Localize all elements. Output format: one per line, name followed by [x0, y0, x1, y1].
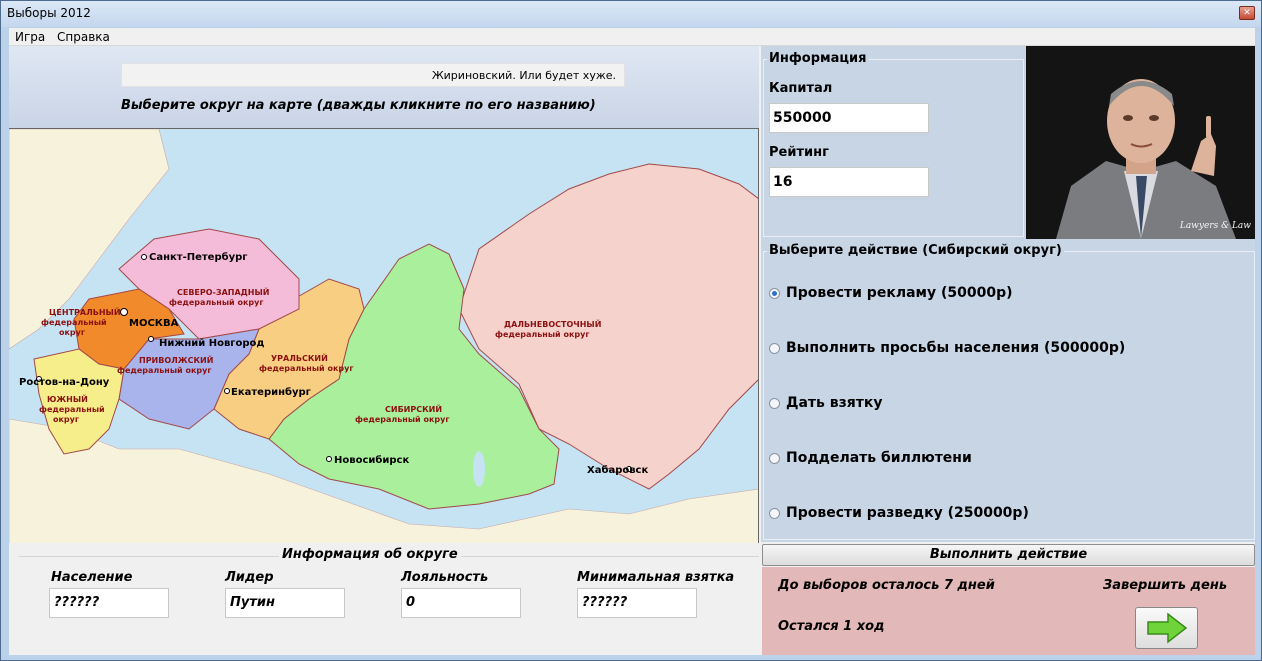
region-label-volga-1[interactable]: ПРИВОЛЖСКИЙ	[139, 354, 213, 365]
region-label-siberia-1[interactable]: СИБИРСКИЙ	[385, 403, 442, 414]
bribe-field[interactable]: ??????	[577, 588, 697, 618]
city-label-nnovgorod[interactable]: Нижний Новгород	[159, 338, 265, 349]
region-label-south-3[interactable]: округ	[53, 415, 79, 424]
action-label-recon: Провести разведку (250000р)	[786, 505, 1029, 521]
region-label-central-1[interactable]: ЦЕНТРАЛЬНЫЙ	[49, 306, 121, 317]
city-dot-ekaterinburg	[224, 388, 230, 394]
district-title: Информация об округе	[279, 547, 461, 562]
map-header: Жириновский. Или будет хуже. Выберите ок…	[9, 46, 759, 128]
city-dot-novosibirsk	[326, 456, 332, 462]
region-label-siberia-2[interactable]: федеральный округ	[355, 415, 450, 424]
slogan-text: Жириновский. Или будет хуже.	[431, 69, 616, 82]
city-dot-nnovgorod	[148, 336, 154, 342]
action-group: Выберите действие (Сибирский округ) Пров…	[761, 239, 1255, 542]
leader-label: Лидер	[225, 570, 274, 585]
window-title: Выборы 2012	[7, 6, 91, 20]
bribe-label: Минимальная взятка	[577, 570, 735, 585]
region-label-south-1[interactable]: ЮЖНЫЙ	[47, 393, 88, 404]
close-button[interactable]: ✕	[1239, 6, 1255, 20]
region-label-northwest-1[interactable]: СЕВЕРО-ЗАПАДНЫЙ	[177, 286, 269, 297]
city-label-rostov[interactable]: Ростов-на-Дону	[19, 377, 110, 388]
baikal-lake	[473, 451, 485, 487]
rating-field[interactable]: 16	[769, 167, 929, 197]
menu-bar: Игра Справка	[9, 28, 1255, 46]
leader-field[interactable]: Путин	[225, 588, 345, 618]
app-window: Выборы 2012 ✕ Игра Справка Жириновский. …	[0, 0, 1262, 661]
capital-field[interactable]: 550000	[769, 103, 929, 133]
action-option-advertise[interactable]: Провести рекламу (50000р)	[769, 285, 1013, 301]
execute-action-button[interactable]: Выполнить действие	[762, 544, 1255, 566]
radio-recon[interactable]	[769, 507, 780, 519]
population-label: Население	[51, 570, 133, 585]
city-label-spb[interactable]: Санкт-Петербург	[149, 251, 248, 263]
capital-label: Капитал	[769, 81, 833, 96]
info-title: Информация	[767, 51, 869, 66]
candidate-portrait: Lawyers & Law	[1026, 46, 1255, 239]
action-label-forge: Подделать биллютени	[786, 450, 972, 466]
moves-left-text: Остался 1 ход	[778, 619, 885, 634]
arrow-right-icon	[1147, 612, 1188, 644]
region-label-northwest-2[interactable]: федеральный округ	[169, 298, 264, 307]
radio-forge[interactable]	[769, 452, 780, 464]
region-label-central-2[interactable]: федеральный	[41, 318, 107, 327]
city-label-ekaterinburg[interactable]: Екатеринбург	[231, 386, 311, 398]
district-info-group: Информация об округе Население ?????? Ли…	[9, 543, 759, 655]
client-area: Жириновский. Или будет хуже. Выберите ок…	[9, 46, 1255, 655]
menu-game[interactable]: Игра	[15, 30, 45, 44]
map-prompt: Выберите округ на карте (дважды кликните…	[121, 98, 596, 113]
status-panel: До выборов осталось 7 дней Завершить ден…	[762, 567, 1255, 655]
population-field[interactable]: ??????	[49, 588, 169, 618]
russia-map[interactable]: Санкт-Петербург МОСКВА Нижний Новгород Р…	[9, 128, 759, 543]
region-label-ural-1[interactable]: УРАЛЬСКИЙ	[271, 352, 328, 363]
city-dot-moscow	[120, 308, 128, 316]
portrait-image	[1026, 46, 1255, 239]
radio-advertise[interactable]	[769, 287, 780, 299]
region-label-central-3[interactable]: округ	[59, 328, 85, 337]
portrait-watermark: Lawyers & Law	[1179, 221, 1251, 231]
city-label-moscow[interactable]: МОСКВА	[129, 318, 179, 329]
map-svg: Санкт-Петербург МОСКВА Нижний Новгород Р…	[9, 129, 758, 543]
region-label-south-2[interactable]: федеральный	[39, 405, 105, 414]
days-left-text: До выборов осталось 7 дней	[778, 578, 995, 593]
city-dot-spb	[141, 254, 147, 260]
action-label-bribe: Дать взятку	[786, 395, 883, 411]
region-label-fareast-2[interactable]: федеральный округ	[495, 330, 590, 339]
rating-label: Рейтинг	[769, 145, 829, 160]
region-label-ural-2[interactable]: федеральный округ	[259, 364, 354, 373]
title-bar: Выборы 2012 ✕	[1, 1, 1261, 27]
menu-help[interactable]: Справка	[57, 30, 110, 44]
city-label-novosibirsk[interactable]: Новосибирск	[334, 454, 409, 466]
action-option-requests[interactable]: Выполнить просьбы населения (500000р)	[769, 340, 1125, 356]
finish-day-label: Завершить день	[1103, 578, 1228, 593]
action-title: Выберите действие (Сибирский округ)	[767, 243, 1064, 258]
action-option-bribe[interactable]: Дать взятку	[769, 395, 882, 411]
action-label-advertise: Провести рекламу (50000р)	[786, 285, 1013, 301]
action-option-recon[interactable]: Провести разведку (250000р)	[769, 505, 1029, 521]
action-option-forge[interactable]: Подделать биллютени	[769, 450, 972, 466]
action-label-requests: Выполнить просьбы населения (500000р)	[786, 340, 1126, 356]
region-label-volga-2[interactable]: федеральный округ	[117, 366, 212, 375]
radio-bribe[interactable]	[769, 397, 780, 409]
radio-requests[interactable]	[769, 342, 780, 354]
info-group: Информация Капитал 550000 Рейтинг 16	[761, 46, 1026, 239]
finish-day-button[interactable]	[1135, 607, 1198, 649]
region-label-fareast-1[interactable]: ДАЛЬНЕВОСТОЧНЫЙ	[504, 318, 601, 329]
city-label-khabarovsk[interactable]: Хабаровск	[587, 464, 648, 476]
loyalty-field[interactable]: 0	[401, 588, 521, 618]
slogan-box: Жириновский. Или будет хуже.	[121, 63, 625, 87]
loyalty-label: Лояльность	[401, 570, 489, 585]
